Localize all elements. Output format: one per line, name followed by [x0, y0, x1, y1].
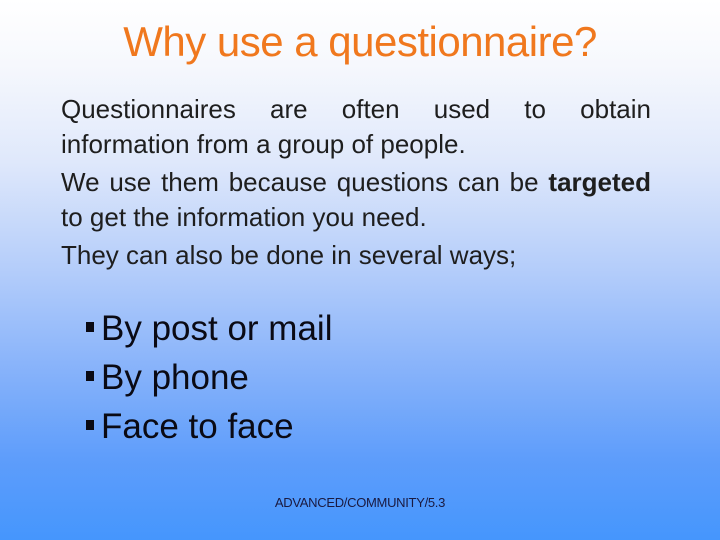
square-bullet-icon — [86, 419, 94, 430]
emphasis-targeted: targeted — [548, 167, 651, 197]
list-item-label: Face to face — [101, 407, 294, 446]
list-item: By post or mail — [86, 304, 332, 353]
square-bullet-icon — [86, 321, 94, 332]
slide-body: Questionnaires are often used to obtain … — [61, 92, 651, 276]
list-item-label: By post or mail — [101, 309, 333, 348]
square-bullet-icon — [86, 370, 94, 381]
paragraph-reason-pre: We use them because questions can be — [61, 167, 539, 197]
slide: Why use a questionnaire? Questionnaires … — [0, 0, 720, 540]
list-item-label: By phone — [101, 358, 249, 397]
ways-list: By post or mail By phone Face to face — [86, 304, 332, 451]
slide-title: Why use a questionnaire? — [123, 18, 597, 65]
paragraph-reason-post: to get the information you need. — [61, 202, 427, 232]
paragraph-ways: They can also be done in several ways; — [61, 240, 517, 270]
slide-footer: ADVANCED/COMMUNITY/5.3 — [274, 495, 446, 510]
paragraph-reason: We use them because questions can be tar… — [61, 165, 651, 235]
paragraph-purpose: Questionnaires are often used to obtain … — [61, 94, 651, 159]
list-item: Face to face — [86, 402, 332, 451]
list-item: By phone — [86, 353, 332, 402]
